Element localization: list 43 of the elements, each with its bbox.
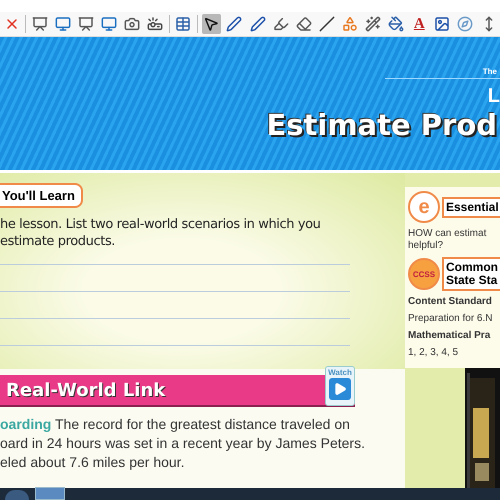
pointer-tool[interactable] <box>202 14 221 34</box>
essential-question-badge: e <box>408 191 440 223</box>
content-standard-label: Content Standard <box>408 296 493 308</box>
monitor-icon <box>54 16 71 32</box>
content-standard-text: Preparation for 6.N <box>408 313 494 325</box>
pen-tool[interactable] <box>224 14 244 34</box>
start-button[interactable] <box>5 490 29 500</box>
lesson-label: L <box>488 85 500 108</box>
screen-icon <box>78 16 94 32</box>
projector-icon <box>147 16 164 32</box>
section-title: Real-World Link <box>5 380 166 400</box>
line-icon <box>318 16 335 32</box>
play-icon <box>333 382 347 396</box>
wand-tool[interactable] <box>364 14 383 34</box>
lesson-title: Estimate Prod <box>266 108 498 142</box>
image-icon <box>434 16 450 32</box>
pen-tool[interactable] <box>248 14 268 34</box>
line-tool[interactable] <box>317 14 336 34</box>
paint-bucket-tool[interactable] <box>386 14 406 34</box>
practice-label: Mathematical Pra <box>408 330 492 342</box>
paint-bucket-icon <box>388 16 404 32</box>
pointer-icon <box>203 16 220 32</box>
highlighter-icon <box>272 16 289 32</box>
link-paragraph: oarding The record for the greatest distance traveled on oard in 24 hours was set in a recent year by James Peters. eled about 7.6 miles per hour. <box>0 415 366 472</box>
card-heading: Essential <box>442 196 500 218</box>
text-tool[interactable]: A <box>410 14 429 34</box>
monitor-icon <box>100 16 117 32</box>
question-text: HOW can estimat helpful? <box>408 228 488 252</box>
card-heading: Common State Sta <box>442 257 500 291</box>
screen-icon <box>32 16 48 32</box>
ccss-badge: CCSS <box>408 258 440 290</box>
compass-icon <box>457 16 474 32</box>
learn-prompt: he lesson. List two real-world scenarios in which you estimate products. <box>0 216 322 250</box>
pen-icon <box>250 16 266 32</box>
pen-icon <box>226 16 242 32</box>
eraser-icon <box>296 16 312 32</box>
shapes-icon <box>342 16 358 32</box>
table-icon <box>175 16 192 32</box>
camera-icon <box>124 16 140 32</box>
practice-text: 1, 2, 3, 4, 5 <box>408 347 460 359</box>
wand-icon <box>365 16 382 32</box>
banner-eyebrow: The <box>482 67 498 78</box>
watch-button[interactable]: Watch <box>325 366 355 406</box>
